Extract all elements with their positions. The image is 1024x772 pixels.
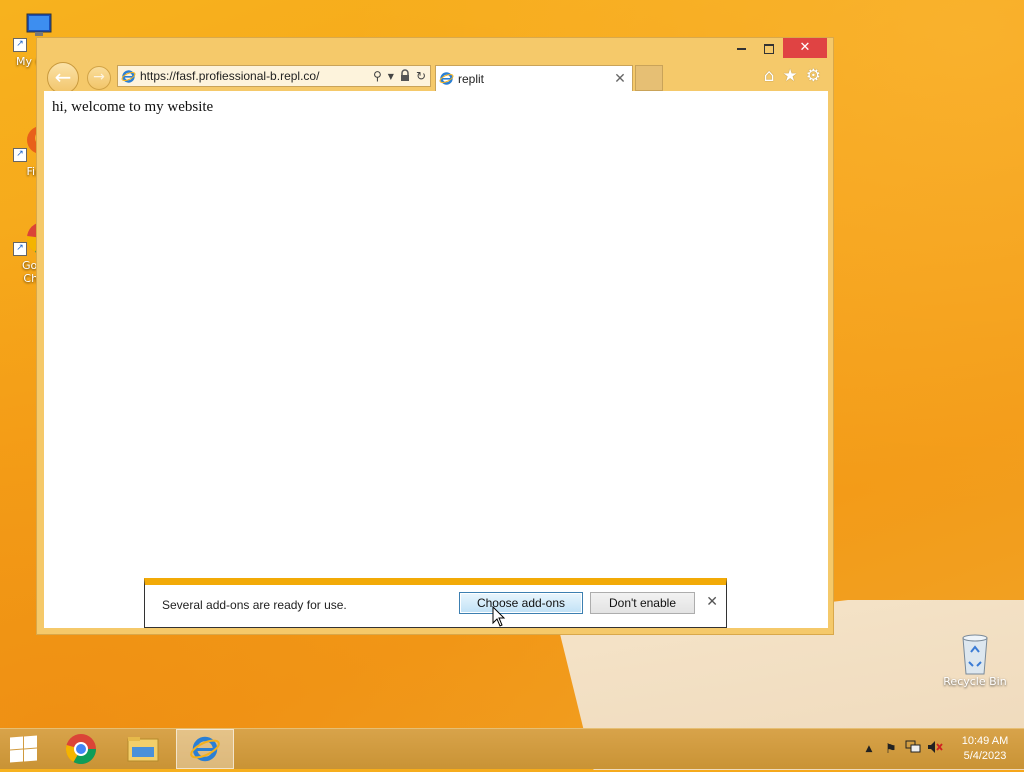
- internet-explorer-icon: [439, 71, 454, 86]
- show-hidden-icons-icon[interactable]: ▲: [858, 744, 880, 754]
- tab-close-icon[interactable]: ✕: [612, 71, 628, 87]
- network-icon[interactable]: [902, 740, 924, 758]
- dont-enable-button[interactable]: Don't enable: [590, 592, 695, 614]
- close-icon: ✕: [799, 40, 811, 55]
- volume-muted-icon[interactable]: [924, 740, 946, 758]
- internet-explorer-icon: [190, 736, 220, 762]
- maximize-button[interactable]: [755, 38, 783, 58]
- address-bar[interactable]: https://fasf.profiessional-b.repl.co/ ⚲ …: [117, 65, 431, 87]
- browser-window: ✕ ← → https://fasf.profiessional-b.repl.…: [36, 37, 834, 635]
- taskbar-file-explorer[interactable]: [114, 729, 172, 769]
- tab-replit[interactable]: replit ✕: [435, 65, 633, 91]
- address-tools: ⚲ ▼ ↻: [373, 68, 430, 84]
- page-viewport: hi, welcome to my website: [44, 91, 828, 628]
- taskbar: ▲ ⚑ 10:49 AM 5/4/2023: [0, 728, 1024, 769]
- shortcut-arrow-icon: ↗: [13, 38, 27, 52]
- chrome-icon: [65, 734, 96, 765]
- search-icon[interactable]: ⚲: [373, 69, 382, 83]
- addons-notification-bar: Several add-ons are ready for use. Choos…: [144, 578, 727, 628]
- settings-icon[interactable]: ⚙: [806, 66, 821, 86]
- file-explorer-icon: [127, 737, 159, 762]
- system-tray: ▲ ⚑ 10:49 AM 5/4/2023: [858, 729, 1024, 769]
- internet-explorer-icon: [121, 69, 136, 84]
- minimize-icon: [736, 47, 746, 50]
- forward-button[interactable]: →: [87, 66, 111, 90]
- lock-icon[interactable]: [400, 68, 410, 84]
- desktop-icon-label: Recycle Bin: [943, 675, 1007, 688]
- browser-toolbar: ⌂ ★ ⚙: [764, 66, 821, 86]
- favorites-icon[interactable]: ★: [783, 66, 798, 86]
- recycle-bin-icon: [955, 632, 995, 675]
- maximize-icon: [764, 43, 774, 54]
- page-body-text: hi, welcome to my website: [52, 99, 214, 115]
- new-tab-button[interactable]: [635, 65, 663, 91]
- address-input[interactable]: https://fasf.profiessional-b.repl.co/: [140, 69, 373, 83]
- home-icon[interactable]: ⌂: [764, 66, 775, 86]
- notification-close-icon[interactable]: ✕: [706, 594, 718, 610]
- notification-message: Several add-ons are ready for use.: [162, 598, 347, 612]
- chevron-down-icon[interactable]: ▼: [388, 72, 394, 81]
- clock-date: 5/4/2023: [963, 750, 1007, 762]
- start-button[interactable]: [8, 735, 38, 763]
- action-center-flag-icon[interactable]: ⚑: [880, 742, 902, 757]
- arrow-right-icon: →: [93, 69, 105, 85]
- arrow-left-icon: ←: [54, 65, 72, 89]
- desktop-icon-recycle-bin[interactable]: Recycle Bin: [938, 632, 1012, 688]
- tab-title: replit: [458, 71, 485, 86]
- taskbar-chrome[interactable]: [52, 729, 110, 769]
- windows-logo-icon: [10, 736, 23, 750]
- minimize-button[interactable]: [727, 38, 755, 58]
- shortcut-arrow-icon: ↗: [13, 148, 27, 162]
- clock-time: 10:49 AM: [961, 735, 1009, 747]
- close-button[interactable]: ✕: [783, 38, 827, 58]
- taskbar-clock[interactable]: 10:49 AM 5/4/2023: [946, 734, 1024, 764]
- choose-addons-button[interactable]: Choose add-ons: [459, 592, 583, 614]
- taskbar-internet-explorer[interactable]: [176, 729, 234, 769]
- shortcut-arrow-icon: ↗: [13, 242, 27, 256]
- refresh-icon[interactable]: ↻: [416, 69, 426, 83]
- window-controls: ✕: [727, 38, 827, 58]
- back-button[interactable]: ←: [47, 62, 79, 94]
